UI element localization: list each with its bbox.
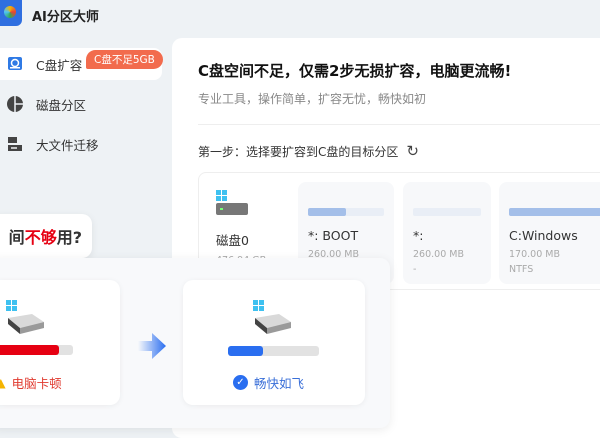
partition-card[interactable]: *: 260.00 MB - — [403, 182, 491, 284]
warning-icon: ▲ — [0, 375, 6, 390]
before-usage-bar — [0, 345, 73, 355]
partition-name: *: BOOT — [308, 228, 359, 243]
before-text: 电脑卡顿 — [11, 376, 62, 391]
step-one: 第一步：选择要扩容到C盘的目标分区 ↻ — [198, 142, 419, 160]
drive-icon — [253, 300, 291, 334]
q-text: 用? — [56, 228, 82, 247]
partition-fs: - — [413, 264, 417, 275]
pie-chart-icon — [7, 96, 23, 112]
page-subtitle: 专业工具，操作简单，扩容无忧，畅快如初 — [198, 92, 427, 106]
c-space-badge: C盘不足5GB — [86, 50, 163, 69]
promo-question: 间不够 用? — [0, 214, 92, 258]
page-title: C盘空间不足，仅需2步无损扩容，电脑更流畅! — [198, 62, 512, 80]
disk-c-icon — [8, 57, 22, 70]
partition-usage-bar — [509, 208, 600, 216]
usage-fill — [509, 208, 600, 216]
partition-usage-bar — [413, 208, 481, 216]
q-text: 间 — [8, 228, 25, 247]
disk-name: 磁盘0 — [216, 233, 249, 248]
usage-fill — [228, 346, 263, 356]
app-logo — [0, 0, 22, 26]
disk-icon — [216, 190, 248, 215]
sidebar-item-label: C盘扩容 — [36, 57, 83, 73]
usage-fill — [0, 345, 60, 355]
partition-name: C:Windows — [509, 228, 578, 243]
after-text: 畅快如飞 — [254, 376, 305, 391]
file-migrate-icon — [8, 137, 22, 151]
partition-size: 170.00 MB — [509, 249, 560, 260]
sidebar-item-migrate[interactable]: 大文件迁移 — [0, 128, 162, 160]
partition-size: 260.00 MB — [413, 249, 464, 260]
q-highlight: 不够 — [24, 228, 57, 247]
usage-fill — [308, 208, 346, 216]
sidebar-item-label: 磁盘分区 — [36, 97, 87, 113]
partition-card[interactable]: C:Windows 170.00 MB NTFS — [499, 182, 600, 284]
drive-icon — [6, 300, 44, 334]
before-label: ▲ 电脑卡顿 — [0, 373, 62, 392]
sidebar-item-partition[interactable]: 磁盘分区 — [0, 88, 162, 120]
arrow-right-icon — [138, 333, 166, 359]
sidebar-item-label: 大文件迁移 — [36, 137, 99, 153]
after-usage-bar — [228, 346, 319, 356]
app-title: AI分区大师 — [32, 10, 99, 25]
step-label: 第一步：选择要扩容到C盘的目标分区 — [198, 144, 399, 159]
divider — [198, 124, 600, 125]
partition-name: *: — [413, 228, 424, 243]
refresh-icon[interactable]: ↻ — [406, 142, 419, 160]
partition-usage-bar — [308, 208, 384, 216]
after-label: ✓ 畅快如飞 — [233, 373, 304, 392]
check-circle-icon: ✓ — [233, 375, 248, 390]
partition-fs: NTFS — [509, 264, 534, 275]
